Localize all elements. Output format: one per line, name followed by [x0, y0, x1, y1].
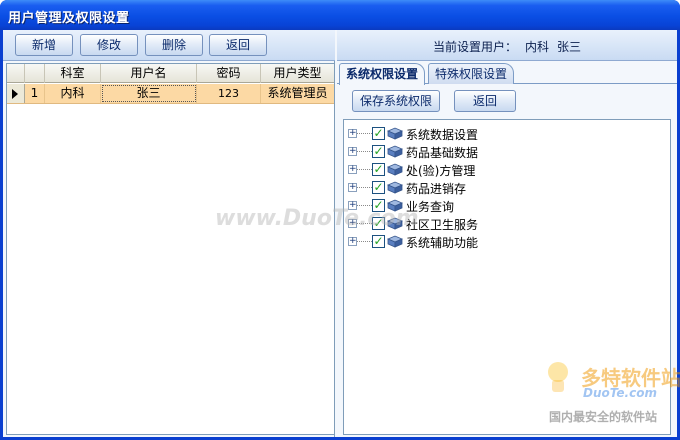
- book-icon: [387, 217, 403, 230]
- permission-checkbox[interactable]: ✓: [372, 163, 385, 176]
- row-selector-header: [7, 64, 25, 83]
- permission-tree: + ✓ 系统数据设置 + ✓ 药品基础数据 + ✓ 处(验)方管理 + ✓ 药品进销存 + ✓ 业务查询 + ✓…: [343, 119, 671, 435]
- column-header-dept[interactable]: 科室: [45, 64, 101, 83]
- tree-node-label: 业务查询: [406, 200, 455, 214]
- permission-back-button[interactable]: 返回: [454, 90, 516, 112]
- column-header-type[interactable]: 用户类型: [261, 64, 334, 83]
- edit-button[interactable]: 修改: [80, 34, 138, 56]
- column-header-username[interactable]: 用户名: [101, 64, 197, 83]
- title-bar[interactable]: 用户管理及权限设置: [0, 0, 680, 30]
- row-index: 1: [25, 84, 45, 103]
- current-row-arrow-icon: [12, 89, 18, 99]
- app-window: 用户管理及权限设置 新增 修改 删除 返回 科室 用户名 密码 用户类型 1 内…: [0, 0, 680, 440]
- expand-plus-icon[interactable]: +: [348, 237, 357, 246]
- tree-node-label: 系统数据设置: [406, 128, 479, 142]
- user-toolbar: 新增 修改 删除 返回: [3, 30, 335, 61]
- tree-node-label: 社区卫生服务: [406, 218, 479, 232]
- delete-button[interactable]: 删除: [145, 34, 203, 56]
- tab-strip: 系统权限设置 特殊权限设置: [337, 63, 677, 85]
- table-header: 科室 用户名 密码 用户类型: [7, 64, 334, 83]
- index-header: [25, 64, 45, 83]
- tree-connector: [357, 169, 372, 170]
- expand-plus-icon[interactable]: +: [348, 219, 357, 228]
- tree-connector: [357, 187, 372, 188]
- permission-checkbox[interactable]: ✓: [372, 199, 385, 212]
- tree-connector: [357, 151, 372, 152]
- current-user-info: 当前设置用户： 内科 张三: [433, 38, 581, 55]
- cell-password[interactable]: 123: [197, 84, 261, 103]
- permission-checkbox[interactable]: ✓: [372, 145, 385, 158]
- expand-plus-icon[interactable]: +: [348, 129, 357, 138]
- tab-panel-system: 保存系统权限 返回 + ✓ 系统数据设置 + ✓ 药品基础数据 + ✓ 处(验)方管理 + ✓ 药品进…: [337, 84, 677, 437]
- cell-dept[interactable]: 内科: [45, 84, 101, 103]
- tree-node[interactable]: + ✓ 业务查询: [344, 197, 644, 215]
- cell-user-type[interactable]: 系统管理员: [261, 84, 334, 103]
- permission-checkbox[interactable]: ✓: [372, 217, 385, 230]
- book-icon: [387, 145, 403, 158]
- tree-node-label: 药品进销存: [406, 182, 467, 196]
- tree-node-label: 处(验)方管理: [406, 164, 476, 178]
- tree-node-label: 药品基础数据: [406, 146, 479, 160]
- row-selector[interactable]: [7, 84, 25, 103]
- book-icon: [387, 127, 403, 140]
- tab-special-permissions[interactable]: 特殊权限设置: [428, 63, 515, 84]
- user-list-pane: 新增 修改 删除 返回 科室 用户名 密码 用户类型 1 内科 张三 123 系…: [3, 30, 335, 437]
- tree-node[interactable]: + ✓ 社区卫生服务: [344, 215, 644, 233]
- current-user-dept: 内科: [525, 40, 550, 54]
- expand-plus-icon[interactable]: +: [348, 147, 357, 156]
- permission-checkbox[interactable]: ✓: [372, 235, 385, 248]
- current-user-bar: 当前设置用户： 内科 张三: [337, 30, 677, 61]
- tree-node[interactable]: + ✓ 处(验)方管理: [344, 161, 644, 179]
- book-icon: [387, 163, 403, 176]
- back-button[interactable]: 返回: [209, 34, 267, 56]
- column-header-password[interactable]: 密码: [197, 64, 261, 83]
- add-button[interactable]: 新增: [15, 34, 73, 56]
- window-title: 用户管理及权限设置: [8, 11, 130, 26]
- expand-plus-icon[interactable]: +: [348, 165, 357, 174]
- tree-connector: [357, 241, 372, 242]
- tree-connector: [357, 223, 372, 224]
- tree-node[interactable]: + ✓ 系统数据设置: [344, 125, 644, 143]
- table-row[interactable]: 1 内科 张三 123 系统管理员: [7, 84, 334, 104]
- permission-checkbox[interactable]: ✓: [372, 127, 385, 140]
- tab-system-permissions[interactable]: 系统权限设置: [339, 63, 426, 85]
- book-icon: [387, 181, 403, 194]
- book-icon: [387, 199, 403, 212]
- expand-plus-icon[interactable]: +: [348, 183, 357, 192]
- tree-node[interactable]: + ✓ 药品进销存: [344, 179, 644, 197]
- tree-node[interactable]: + ✓ 药品基础数据: [344, 143, 644, 161]
- tree-node-label: 系统辅助功能: [406, 236, 479, 250]
- cell-username[interactable]: 张三: [101, 84, 197, 103]
- tree-connector: [357, 205, 372, 206]
- save-permissions-button[interactable]: 保存系统权限: [352, 90, 440, 112]
- user-table: 科室 用户名 密码 用户类型 1 内科 张三 123 系统管理员: [6, 63, 335, 435]
- permission-pane: 当前设置用户： 内科 张三 系统权限设置 特殊权限设置 保存系统权限 返回 + ✓ 系统…: [337, 30, 677, 437]
- permission-checkbox[interactable]: ✓: [372, 181, 385, 194]
- expand-plus-icon[interactable]: +: [348, 201, 357, 210]
- current-user-label: 当前设置用户：: [433, 40, 518, 54]
- tree-connector: [357, 133, 372, 134]
- tree-node[interactable]: + ✓ 系统辅助功能: [344, 233, 644, 251]
- book-icon: [387, 235, 403, 248]
- client-area: 新增 修改 删除 返回 科室 用户名 密码 用户类型 1 内科 张三 123 系…: [3, 30, 680, 437]
- current-user-name: 张三: [557, 40, 582, 54]
